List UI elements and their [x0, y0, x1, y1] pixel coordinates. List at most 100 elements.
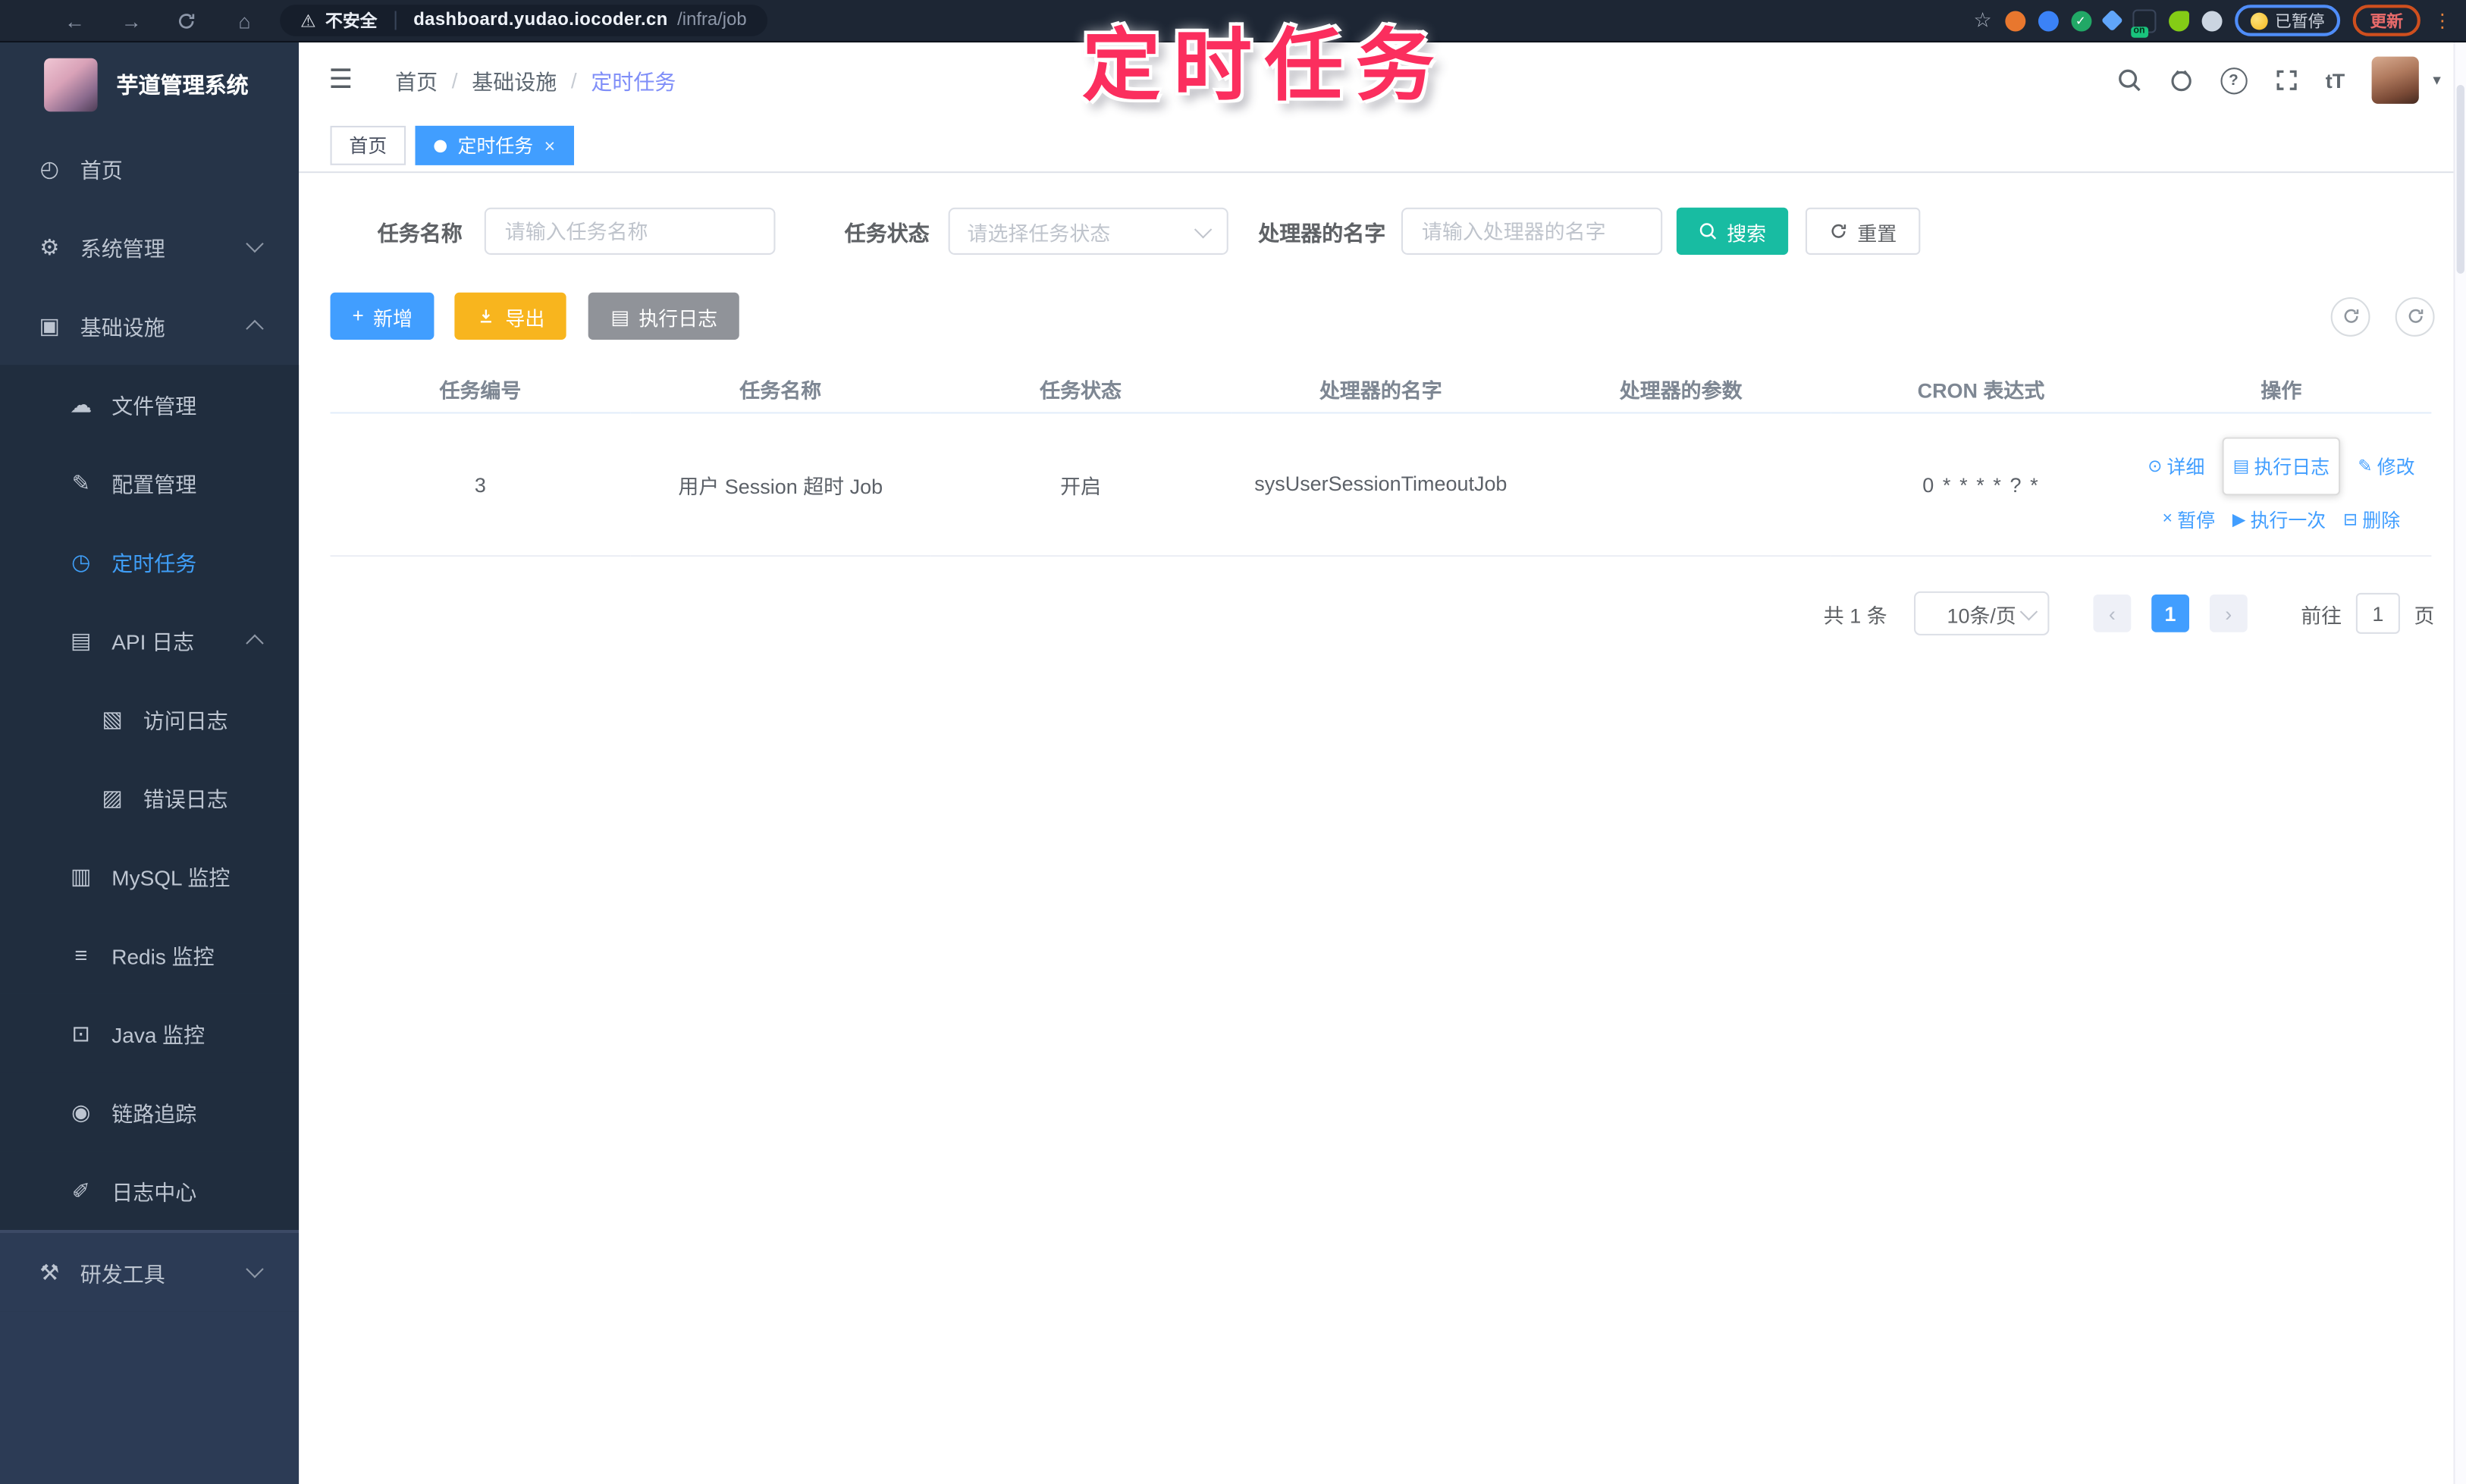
reset-button[interactable]: 重置: [1805, 207, 1921, 255]
sidebar-item-error-logs[interactable]: ▨ 错误日志: [0, 758, 300, 837]
eye-icon: ◉: [71, 1098, 91, 1124]
jobs-table: 任务编号 任务名称 任务状态 处理器的名字 处理器的参数 CRON 表达式 操作…: [330, 365, 2432, 557]
paused-label: 已暂停: [2275, 11, 2325, 31]
add-button[interactable]: + 新增: [330, 292, 435, 340]
browser-update-button[interactable]: 更新: [2352, 5, 2421, 36]
sidebar-item-access-logs[interactable]: ▧ 访问日志: [0, 679, 300, 758]
job-log-link[interactable]: ▤ 执行日志: [2233, 452, 2330, 478]
sidebar-item-redis-monitor[interactable]: ≡ Redis 监控: [0, 915, 300, 994]
total-count-label: 共 1 条: [1823, 603, 1887, 627]
help-icon[interactable]: ?: [2220, 67, 2248, 94]
col-actions: 操作: [2131, 365, 2432, 414]
sidebar-item-dev-tools[interactable]: ⚒ 研发工具: [0, 1233, 300, 1312]
home-icon[interactable]: ⌂: [233, 8, 256, 32]
run-once-link[interactable]: ▶ 执行一次: [2232, 506, 2326, 532]
extension-orange-icon[interactable]: [2004, 10, 2025, 31]
chevron-down-icon: [1194, 221, 1213, 239]
collapse-sidebar-icon[interactable]: ☰: [328, 64, 353, 96]
page-size-select[interactable]: 10条/页: [1913, 591, 2050, 635]
col-handler-name: 处理器的名字: [1230, 365, 1531, 414]
detail-link[interactable]: ⊙ 详细: [2148, 452, 2204, 478]
col-job-status: 任务状态: [930, 365, 1231, 414]
extension-green-check-icon[interactable]: ✓: [2070, 10, 2091, 31]
column-settings-button[interactable]: [2395, 296, 2435, 336]
address-bar[interactable]: ⚠ 不安全 dashboard.yudao.iocoder.cn/infra/j…: [280, 5, 767, 36]
extension-location-icon[interactable]: [2037, 10, 2058, 31]
close-icon[interactable]: ×: [544, 136, 556, 155]
github-icon[interactable]: [2168, 67, 2193, 93]
scrollbar-thumb[interactable]: [2456, 84, 2464, 274]
delete-link[interactable]: ⊟ 删除: [2343, 506, 2400, 532]
font-size-icon[interactable]: tT: [2326, 68, 2345, 92]
main-area: ☰ 首页 / 基础设施 / 定时任务 ? tT ▾ 首页 定时任务 × 任务名称…: [299, 40, 2466, 1484]
sidebar-item-log-center[interactable]: ✐ 日志中心: [0, 1151, 300, 1230]
sidebar-item-system-management[interactable]: ⚙ 系统管理: [0, 208, 299, 287]
handler-name-label: 处理器的名字: [1258, 221, 1386, 246]
highlighted-element-box: ▤ 执行日志: [2222, 436, 2341, 495]
refresh-icon: [1829, 221, 1848, 240]
search-icon[interactable]: [2116, 67, 2141, 93]
prev-page-button[interactable]: ‹: [2093, 594, 2132, 632]
plus-icon: +: [352, 305, 364, 328]
cloud-icon: ☁: [70, 391, 93, 416]
page-content: 任务名称 任务状态 请选择任务状态 处理器的名字 搜索: [299, 173, 2466, 1484]
extension-leaf-icon[interactable]: [2168, 10, 2188, 31]
goto-label: 前往: [2301, 603, 2342, 627]
edit-link[interactable]: ✎ 修改: [2358, 452, 2414, 478]
pause-link-label: 暂停: [2177, 508, 2216, 531]
fullscreen-icon[interactable]: [2273, 67, 2298, 93]
tab-home[interactable]: 首页: [330, 125, 406, 165]
paused-extension-badge[interactable]: 已暂停: [2234, 5, 2341, 36]
reload-icon[interactable]: [176, 10, 199, 30]
breadcrumb-item-home[interactable]: 首页: [395, 64, 438, 96]
breadcrumb-item-infrastructure[interactable]: 基础设施: [472, 64, 557, 96]
forward-icon[interactable]: →: [120, 8, 143, 32]
sidebar-item-infrastructure[interactable]: ▣ 基础设施: [0, 286, 299, 365]
sidebar-item-tracing[interactable]: ◉ 链路追踪: [0, 1072, 300, 1152]
sidebar-item-java-monitor[interactable]: ⊡ Java 监控: [0, 993, 300, 1073]
sidebar-item-home[interactable]: ◴ 首页: [0, 129, 299, 208]
col-job-name: 任务名称: [630, 365, 931, 414]
extensions-puzzle-icon[interactable]: [2201, 10, 2222, 31]
browser-menu-icon[interactable]: ⋮: [2433, 11, 2452, 30]
extension-gem-icon[interactable]: [2100, 9, 2123, 32]
sidebar-item-config-management[interactable]: ✎ 配置管理: [0, 443, 300, 522]
col-job-id: 任务编号: [330, 365, 631, 414]
eye-icon: ⊙: [2148, 456, 2163, 476]
page-1-button[interactable]: 1: [2151, 594, 2189, 632]
sidebar-item-label: 文件管理: [111, 394, 197, 419]
export-button[interactable]: 导出: [455, 292, 567, 340]
next-page-button[interactable]: ›: [2209, 594, 2248, 632]
sidebar-logo[interactable]: 芋道管理系统: [0, 41, 299, 129]
sidebar-item-api-logs[interactable]: ▤ API 日志: [0, 601, 300, 679]
pencil-icon: ✎: [2358, 456, 2373, 476]
sidebar-item-label: 配置管理: [111, 473, 197, 497]
play-icon: ▶: [2232, 510, 2246, 529]
tab-scheduled-jobs[interactable]: 定时任务 ×: [415, 125, 575, 165]
pause-link[interactable]: × 暂停: [2163, 506, 2215, 532]
sidebar-item-scheduled-jobs[interactable]: ◷ 定时任务: [0, 522, 300, 601]
execution-log-button[interactable]: ▤ 执行日志: [588, 292, 740, 340]
scrollbar[interactable]: [2453, 40, 2466, 1484]
extension-switch-icon[interactable]: on: [2130, 8, 2156, 37]
goto-page-input[interactable]: [2355, 592, 2400, 634]
col-handler-param: 处理器的参数: [1530, 365, 1831, 414]
error-log-icon: ▨: [102, 783, 123, 810]
job-name-input[interactable]: [484, 207, 776, 255]
chevron-down-icon: [246, 1260, 264, 1278]
bookmark-star-icon[interactable]: ☆: [1974, 8, 1992, 33]
not-secure-label: 不安全: [325, 12, 378, 32]
avatar[interactable]: [2371, 56, 2419, 104]
search-button[interactable]: 搜索: [1676, 207, 1789, 255]
job-status-select[interactable]: 请选择任务状态: [948, 207, 1228, 255]
sidebar-item-mysql-monitor[interactable]: ▥ MySQL 监控: [0, 836, 300, 916]
sidebar-item-file-management[interactable]: ☁ 文件管理: [0, 365, 300, 444]
cell-job-id: 3: [330, 413, 631, 557]
chevron-down-icon[interactable]: ▾: [2433, 71, 2440, 89]
app-frame: 芋道管理系统 ◴ 首页 ⚙ 系统管理 ▣ 基础设施 ☁ 文件管理 ✎ 配置管理 …: [0, 40, 2466, 1484]
refresh-table-button[interactable]: [2330, 296, 2370, 336]
back-icon[interactable]: ←: [63, 8, 86, 32]
table-row: 3 用户 Session 超时 Job 开启 sysUserSessionTim…: [330, 413, 2432, 557]
search-button-label: 搜索: [1727, 222, 1767, 245]
handler-name-input[interactable]: [1401, 207, 1663, 255]
